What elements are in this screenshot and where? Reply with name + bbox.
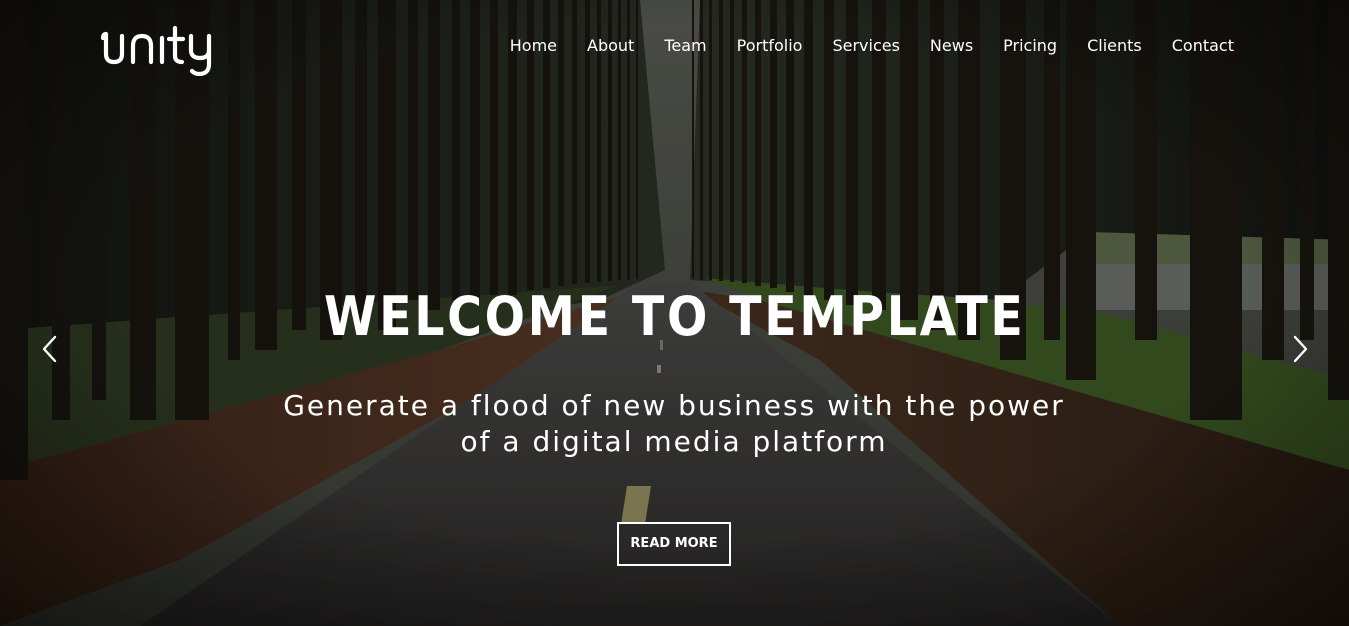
carousel-prev-button[interactable] bbox=[34, 332, 68, 366]
carousel-next-button[interactable] bbox=[1282, 332, 1316, 366]
brand-logo[interactable] bbox=[100, 24, 224, 76]
hero-section: Home About Team Portfolio Services News … bbox=[0, 0, 1349, 626]
nav-link-clients[interactable]: Clients bbox=[1072, 33, 1157, 59]
chevron-right-icon bbox=[1293, 335, 1308, 363]
read-more-button[interactable]: READ MORE bbox=[617, 522, 731, 566]
nav-link-contact[interactable]: Contact bbox=[1157, 33, 1249, 59]
hero-subtitle: Generate a flood of new business with th… bbox=[283, 389, 1065, 458]
nav-link-services[interactable]: Services bbox=[817, 33, 914, 59]
nav-link-team[interactable]: Team bbox=[649, 33, 721, 59]
nav-link-about[interactable]: About bbox=[572, 33, 649, 59]
main-nav: Home About Team Portfolio Services News … bbox=[495, 33, 1249, 59]
nav-link-pricing[interactable]: Pricing bbox=[988, 33, 1072, 59]
nav-link-news[interactable]: News bbox=[915, 33, 988, 59]
chevron-left-icon bbox=[42, 335, 57, 363]
nav-link-home[interactable]: Home bbox=[495, 33, 572, 59]
navbar: Home About Team Portfolio Services News … bbox=[0, 0, 1349, 90]
hero-title: WELCOME TO TEMPLATE bbox=[324, 285, 1026, 348]
nav-link-portfolio[interactable]: Portfolio bbox=[722, 33, 818, 59]
